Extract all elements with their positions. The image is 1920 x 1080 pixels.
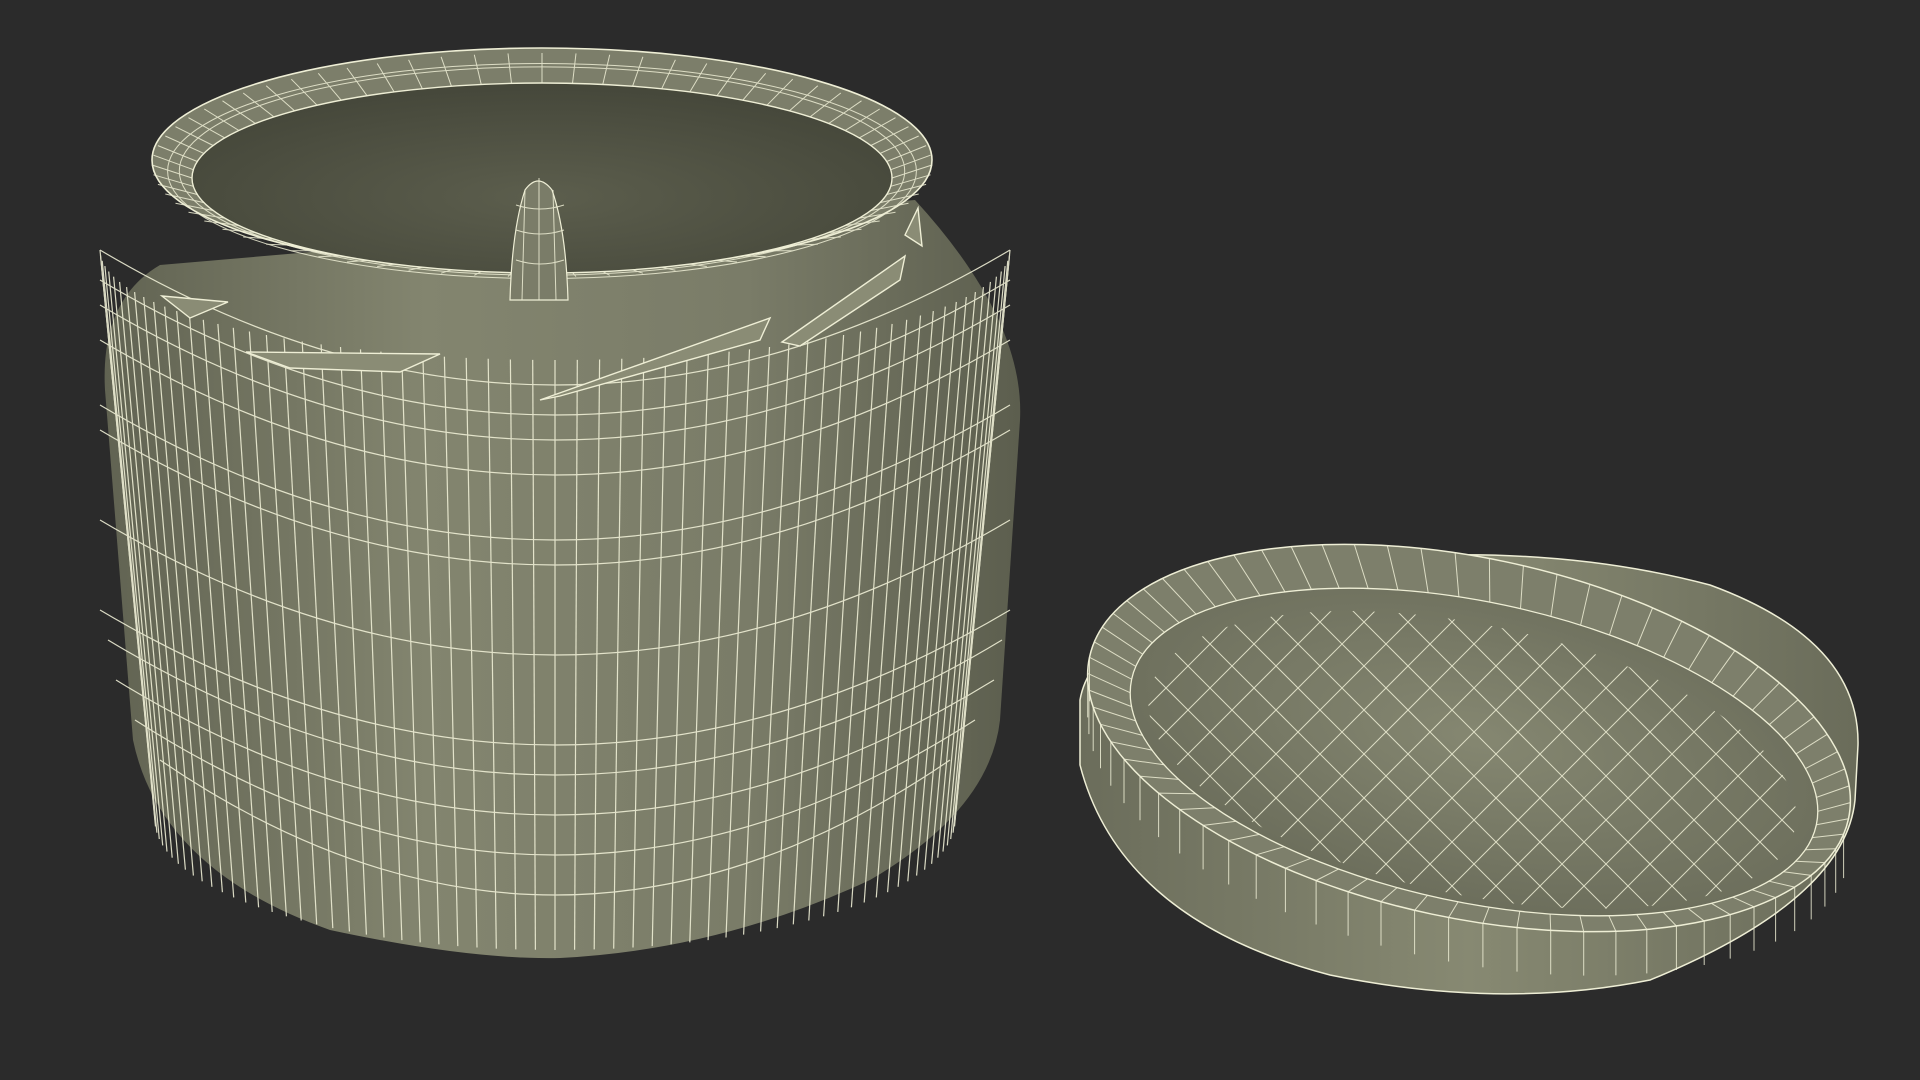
wire-edge [1902, 452, 1920, 1052]
wire-edge [1858, 452, 1920, 1052]
jar [99, 47, 1021, 959]
wire-edge [1549, 913, 1552, 931]
wire-edge [1898, 452, 1920, 1052]
render-viewport [0, 0, 1920, 1080]
wireframe-scene [99, 47, 1920, 1052]
wire-edge [1854, 452, 1920, 1052]
wire-edge [1158, 792, 1196, 795]
